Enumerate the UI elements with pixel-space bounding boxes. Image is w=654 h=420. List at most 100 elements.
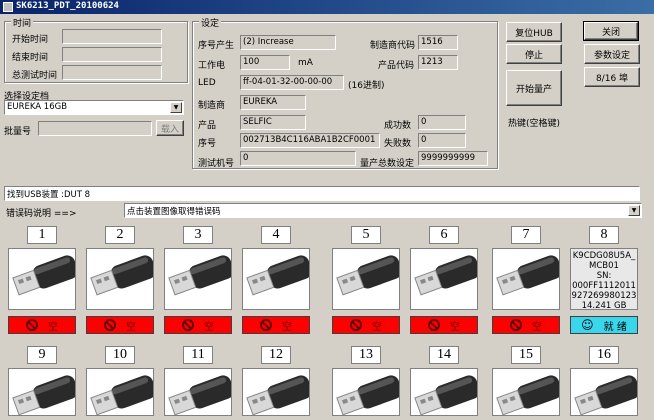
usb-device-image[interactable] xyxy=(242,368,310,416)
port-number: 13 xyxy=(351,346,381,364)
port-status: 空 xyxy=(492,316,560,334)
maker-field: EUREKA xyxy=(240,95,306,110)
port-slot[interactable]: 3空 xyxy=(164,226,232,334)
port-status: ☺ 就 绪 xyxy=(570,316,638,334)
led-note: (16进制) xyxy=(348,81,385,91)
usb-drive-icon xyxy=(333,249,399,309)
port-slot[interactable]: 15 xyxy=(492,346,560,416)
usb-device-image[interactable] xyxy=(332,368,400,416)
port-slot[interactable]: 10 xyxy=(86,346,154,416)
port-status: 空 xyxy=(86,316,154,334)
tester-field: 0 xyxy=(240,151,356,166)
usb-device-image[interactable] xyxy=(164,248,232,310)
port-number: 2 xyxy=(105,226,135,244)
error-select-value: 点击装置图像取得错误码 xyxy=(127,207,221,217)
port-slot[interactable]: 12 xyxy=(242,346,310,416)
usb-device-image[interactable] xyxy=(410,248,478,310)
app-icon xyxy=(3,2,13,12)
product-field: SELFIC xyxy=(240,115,306,130)
usb-drive-icon xyxy=(9,249,75,309)
port-status: 空 xyxy=(8,316,76,334)
port-number: 3 xyxy=(183,226,213,244)
current-field: 100 xyxy=(240,55,290,70)
usb-device-image[interactable] xyxy=(8,368,76,416)
port-number: 11 xyxy=(183,346,213,364)
port-slot[interactable]: 7空 xyxy=(492,226,560,334)
product-label: 产品 xyxy=(198,121,217,131)
window-title: SK6213_PDT_20100624 xyxy=(16,1,119,11)
port-number: 7 xyxy=(511,226,541,244)
prohibited-icon xyxy=(350,319,362,331)
vendor-code-field: 1516 xyxy=(418,35,458,50)
usb-device-image[interactable] xyxy=(164,368,232,416)
prohibited-icon xyxy=(182,319,194,331)
close-button[interactable]: 关闭 xyxy=(583,21,639,41)
led-field: ff-04-01-32-00-00-00 xyxy=(240,75,344,90)
port-slot[interactable]: 14 xyxy=(410,346,478,416)
stop-button[interactable]: 停止 xyxy=(506,44,562,64)
port-slot[interactable]: 1空 xyxy=(8,226,76,334)
port-slot[interactable]: 5空 xyxy=(332,226,400,334)
usb-device-image[interactable] xyxy=(410,368,478,416)
usb-device-image[interactable] xyxy=(86,368,154,416)
port-number: 8 xyxy=(589,226,619,244)
port-number: 15 xyxy=(511,346,541,364)
usb-drive-icon xyxy=(493,249,559,309)
batch-field[interactable] xyxy=(38,121,152,136)
port-slot[interactable]: 4空 xyxy=(242,226,310,334)
success-label: 成功数 xyxy=(384,121,412,131)
usb-drive-icon xyxy=(571,369,637,415)
port-slot[interactable]: 11 xyxy=(164,346,232,416)
port-status-text: 空 xyxy=(372,321,382,333)
port-slot[interactable]: 6空 xyxy=(410,226,478,334)
port-number: 1 xyxy=(27,226,57,244)
usb-device-image[interactable] xyxy=(492,248,560,310)
serial-gen-field: (2) Increase xyxy=(240,35,336,50)
profile-select-value: EUREKA 16GB xyxy=(7,102,68,112)
port-status-text: 空 xyxy=(532,321,542,333)
chevron-down-icon[interactable]: ▼ xyxy=(628,205,640,216)
fail-field: 0 xyxy=(418,133,466,148)
tester-label: 测试机号 xyxy=(198,159,235,169)
device-info-line: 000FF1112011 xyxy=(572,281,636,291)
device-info-line: K9CDG08U5A_ xyxy=(572,251,636,261)
settings-group-legend: 设定 xyxy=(199,16,222,29)
profile-select[interactable]: EUREKA 16GB ▼ xyxy=(4,100,184,115)
device-info-panel[interactable]: K9CDG08U5A_ MCB01 SN: 000FF1112011 927269980… xyxy=(570,248,638,310)
port-slot[interactable]: 8 K9CDG08U5A_ MCB01 SN: 000FF1112011 92726998… xyxy=(570,226,638,334)
port-toggle-button[interactable]: 8/16 埠 xyxy=(584,67,640,87)
port-slot[interactable]: 9 xyxy=(8,346,76,416)
serial-field: 002713B4C116ABA1B2CF0001 xyxy=(240,133,380,148)
led-label: LED xyxy=(198,78,216,88)
port-status: 空 xyxy=(332,316,400,334)
port-slot[interactable]: 13 xyxy=(332,346,400,416)
usb-drive-icon xyxy=(243,249,309,309)
batch-label: 批量号 xyxy=(4,127,32,137)
reset-hub-button[interactable]: 复位HUB xyxy=(506,22,562,42)
prohibited-icon xyxy=(260,319,272,331)
param-settings-button[interactable]: 参数设定 xyxy=(584,44,640,64)
start-button[interactable]: 开始量产 xyxy=(506,70,562,106)
usb-device-image[interactable] xyxy=(570,368,638,416)
usb-device-image[interactable] xyxy=(332,248,400,310)
port-status-text: 空 xyxy=(48,321,58,333)
ready-icon: ☺ xyxy=(581,318,594,332)
usb-drive-icon xyxy=(87,369,153,415)
port-slot[interactable]: 2空 xyxy=(86,226,154,334)
usb-device-image[interactable] xyxy=(86,248,154,310)
port-slot[interactable]: 16 xyxy=(570,346,638,416)
usb-device-image[interactable] xyxy=(8,248,76,310)
maker-label: 制造商 xyxy=(198,101,226,111)
title-bar: SK6213_PDT_20100624 xyxy=(0,0,654,14)
current-unit: mA xyxy=(298,58,313,68)
hotkey-note: 热键(空格键) xyxy=(508,119,561,129)
usb-drive-icon xyxy=(165,369,231,415)
device-info-line: 927269980123 xyxy=(571,291,637,301)
usb-device-image[interactable] xyxy=(492,368,560,416)
usb-drive-icon xyxy=(9,369,75,415)
load-button[interactable]: 载入 xyxy=(156,120,184,136)
start-time-field xyxy=(62,29,162,44)
usb-device-image[interactable] xyxy=(242,248,310,310)
chevron-down-icon[interactable]: ▼ xyxy=(170,102,182,113)
error-select[interactable]: 点击装置图像取得错误码 ▼ xyxy=(124,203,642,218)
